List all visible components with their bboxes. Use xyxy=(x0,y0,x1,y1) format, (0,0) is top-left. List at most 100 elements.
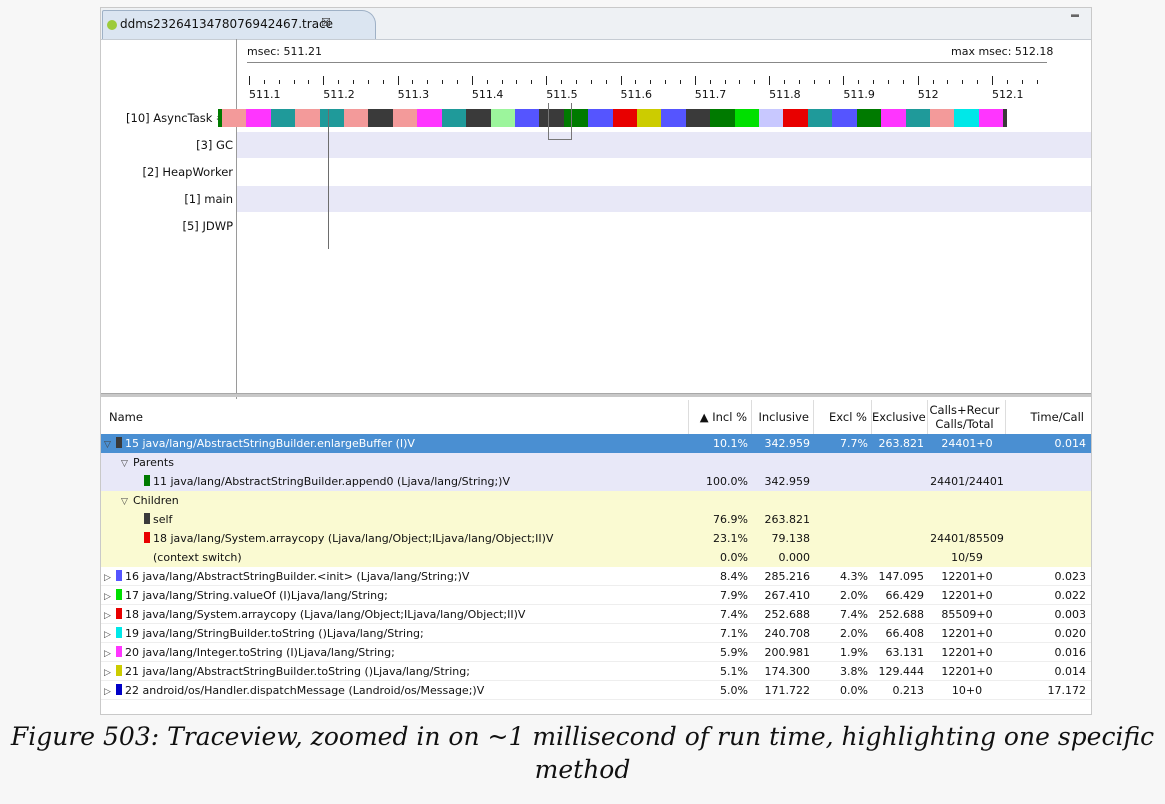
thread-label-jdwp[interactable]: [5] JDWP xyxy=(103,219,234,233)
minor-tick xyxy=(412,80,414,84)
method-color-swatch xyxy=(116,646,122,657)
trace-segment[interactable] xyxy=(856,109,882,127)
trace-segment[interactable] xyxy=(881,109,906,127)
trace-segment[interactable] xyxy=(734,109,760,127)
table-row[interactable]: ▷ 22 android/os/Handler.dispatchMessage (… xyxy=(101,681,1091,700)
child-row[interactable]: 18 java/lang/System.arraycopy (Ljava/lan… xyxy=(101,529,1091,548)
trace-segment[interactable] xyxy=(710,109,735,127)
trace-segment[interactable] xyxy=(441,109,467,127)
thread-label-gc[interactable]: [3] GC xyxy=(103,138,233,152)
tick-mark xyxy=(546,76,548,85)
inclusive: 252.688 xyxy=(764,608,811,621)
profile-table-header: Name ▲ Incl % Inclusive Excl % Exclusive… xyxy=(101,400,1091,435)
thread-label-asynctask[interactable]: [10] AsyncTask #2 xyxy=(103,111,233,125)
trace-segment[interactable] xyxy=(905,109,930,127)
table-row[interactable]: ▷ 19 java/lang/StringBuilder.toString ()L… xyxy=(101,624,1091,643)
time-call: 0.022 xyxy=(1054,589,1087,602)
trace-segment[interactable] xyxy=(588,109,613,127)
time-axis xyxy=(247,62,1047,63)
col-time-call[interactable]: Time/Call xyxy=(1006,400,1088,434)
inclusive: 285.216 xyxy=(764,570,811,583)
trace-segment[interactable] xyxy=(832,109,857,127)
trace-segment[interactable] xyxy=(270,109,296,127)
col-inclusive[interactable]: Inclusive xyxy=(752,400,814,434)
method-name: 19 java/lang/StringBuilder.toString ()Lj… xyxy=(125,627,424,640)
minor-tick xyxy=(635,80,637,84)
minor-tick xyxy=(947,80,949,84)
minor-tick xyxy=(263,80,265,84)
col-calls[interactable]: Calls+Recur Calls/Total xyxy=(928,400,1006,434)
time-cursor[interactable] xyxy=(328,109,329,249)
method-name: 21 java/lang/AbstractStringBuilder.toStr… xyxy=(125,665,470,678)
child-row[interactable]: self 76.9% 263.821 xyxy=(101,510,1091,529)
table-row[interactable]: ▷ 20 java/lang/Integer.toString (I)Ljava/… xyxy=(101,643,1091,662)
tick-mark xyxy=(397,76,399,85)
minor-tick xyxy=(531,80,533,84)
col-exclusive[interactable]: Exclusive xyxy=(872,400,928,434)
method-name: 11 java/lang/AbstractStringBuilder.appen… xyxy=(153,475,511,488)
col-excl-pct[interactable]: Excl % xyxy=(814,400,872,434)
incl-pct: 8.4% xyxy=(720,570,748,583)
trace-segment[interactable] xyxy=(612,109,637,127)
trace-segment[interactable] xyxy=(222,109,247,127)
table-row[interactable]: ▷ 18 java/lang/System.arraycopy (Ljava/la… xyxy=(101,605,1091,624)
trace-segment[interactable] xyxy=(490,109,515,127)
tick-mark xyxy=(249,76,250,85)
close-icon[interactable]: ☒ xyxy=(321,16,331,29)
inclusive: 263.821 xyxy=(764,513,811,526)
trace-segment[interactable] xyxy=(417,109,442,127)
trace-segment[interactable] xyxy=(392,109,418,127)
trace-segment[interactable] xyxy=(685,109,711,127)
minor-tick xyxy=(382,80,384,84)
trace-tab[interactable]: ddms2326413478076942467.trace ☒ xyxy=(102,10,376,39)
table-row[interactable]: ▷ 17 java/lang/String.valueOf (I)Ljava/la… xyxy=(101,586,1091,605)
trace-segment[interactable] xyxy=(978,109,1004,127)
thread-label-main[interactable]: [1] main xyxy=(103,192,233,206)
trace-segment[interactable] xyxy=(783,109,808,127)
trace-segment[interactable] xyxy=(661,109,686,127)
exclusive: 263.821 xyxy=(878,437,925,450)
parent-row[interactable]: 11 java/lang/AbstractStringBuilder.appen… xyxy=(101,472,1091,491)
asynctask-trace-bar[interactable] xyxy=(218,109,1008,127)
tick-label: 511.9 xyxy=(843,88,875,101)
trace-segment[interactable] xyxy=(246,109,271,127)
panel-splitter[interactable] xyxy=(101,393,1091,397)
minor-tick xyxy=(457,80,459,84)
trace-segment[interactable] xyxy=(1003,109,1008,127)
time-call: 17.172 xyxy=(1047,684,1087,697)
table-row-selected[interactable]: ▽ 15 java/lang/AbstractStringBuilder.enla… xyxy=(101,434,1091,453)
inclusive: 240.708 xyxy=(764,627,811,640)
trace-segment[interactable] xyxy=(368,109,393,127)
trace-segment[interactable] xyxy=(954,109,979,127)
method-name: 16 java/lang/AbstractStringBuilder.<init… xyxy=(125,570,470,583)
table-row[interactable]: ▷ 21 java/lang/AbstractStringBuilder.toSt… xyxy=(101,662,1091,681)
trace-segment[interactable] xyxy=(514,109,540,127)
minor-tick xyxy=(486,80,488,84)
child-row[interactable]: (context switch) 0.0% 0.000 10/59 xyxy=(101,548,1091,567)
minor-tick xyxy=(561,80,563,84)
incl-pct: 7.1% xyxy=(720,627,748,640)
inclusive: 267.410 xyxy=(764,589,811,602)
table-row[interactable]: ▷ 16 java/lang/AbstractStringBuilder.<ini… xyxy=(101,567,1091,586)
thread-label-heapworker[interactable]: [2] HeapWorker xyxy=(103,165,233,179)
tick-mark xyxy=(694,76,696,85)
trace-segment[interactable] xyxy=(466,109,491,127)
minimize-icon[interactable] xyxy=(1071,14,1079,17)
method-color-swatch xyxy=(116,608,122,619)
minor-tick xyxy=(679,80,681,84)
col-incl-pct[interactable]: ▲ Incl % xyxy=(689,400,752,434)
parents-group-row[interactable]: ▽ Parents xyxy=(101,453,1091,472)
excl-pct: 3.8% xyxy=(840,665,868,678)
trace-segment[interactable] xyxy=(637,109,662,127)
trace-segment[interactable] xyxy=(929,109,955,127)
method-color-swatch xyxy=(116,627,122,638)
trace-segment[interactable] xyxy=(759,109,784,127)
trace-segment[interactable] xyxy=(319,109,345,127)
trace-segment[interactable] xyxy=(295,109,320,127)
col-name[interactable]: Name xyxy=(101,400,689,434)
trace-segment[interactable] xyxy=(344,109,369,127)
expand-triangle-icon[interactable]: ▷ xyxy=(104,683,116,702)
tick-label: 511.1 xyxy=(249,88,281,101)
trace-segment[interactable] xyxy=(807,109,833,127)
children-group-row[interactable]: ▽ Children xyxy=(101,491,1091,510)
